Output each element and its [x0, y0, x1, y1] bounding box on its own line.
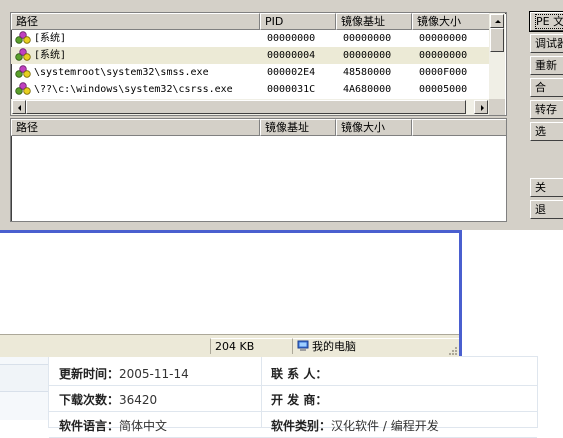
developer-label: 开 发 商：	[271, 393, 328, 407]
explorer-window: 204 KB 我的电脑	[0, 229, 462, 357]
process-path: \??\c:\windows\system32\csrss.exe	[34, 84, 233, 95]
module-header-image-base[interactable]: 镜像基址	[260, 119, 336, 136]
software-info-table: 更新时间：2005-11-14 联 系 人： 下载次数：36420 开 发 商：…	[48, 356, 538, 438]
process-pid: 00000000	[267, 33, 316, 44]
process-image-base: 48580000	[343, 67, 392, 78]
scroll-up-icon[interactable]	[490, 14, 504, 28]
info-row-downloads: 下载次数：36420 开 发 商：	[49, 385, 537, 412]
scroll-corner	[489, 99, 505, 115]
downloads-label: 下载次数：	[59, 393, 120, 407]
exit-button[interactable]: 退	[530, 200, 563, 219]
process-icon	[15, 65, 31, 78]
web-left-panel	[0, 356, 51, 420]
process-row[interactable]: [系统] 00000004 00000000 00000000	[11, 47, 489, 64]
horizontal-scroll-thumb[interactable]	[26, 100, 466, 114]
process-row[interactable]: [系统] 00000000 00000000 00000000	[11, 30, 489, 47]
status-bar: 204 KB 我的电脑	[0, 334, 459, 357]
my-computer-icon	[297, 340, 309, 352]
process-pid: 0000031C	[267, 84, 316, 95]
process-image-size: 00000000	[419, 50, 468, 61]
scroll-right-icon[interactable]	[474, 100, 488, 114]
process-pid: 00000004	[267, 50, 316, 61]
close-button[interactable]: 关	[530, 178, 563, 197]
process-path: [系统]	[34, 33, 67, 44]
process-path: [系统]	[34, 50, 67, 61]
process-path: \systemroot\system32\smss.exe	[34, 67, 209, 78]
refresh-button[interactable]: 重新	[530, 56, 563, 75]
module-header-blank	[412, 119, 506, 136]
process-image-size: 00005000	[419, 84, 468, 95]
process-icon	[15, 48, 31, 61]
process-list-header: 路径 PID 镜像基址 镜像大小	[11, 13, 491, 30]
process-dialog: 路径 PID 镜像基址 镜像大小 [系统] 00000000 00000000 …	[0, 0, 563, 230]
process-image-base: 00000000	[343, 33, 392, 44]
process-image-base: 00000000	[343, 50, 392, 61]
category-label: 软件类别：	[271, 419, 332, 433]
info-row-language: 软件语言：简体中文 软件类别：汉化软件 / 编程开发	[49, 411, 537, 438]
process-row[interactable]: \??\c:\windows\system32\csrss.exe 000003…	[11, 81, 489, 98]
module-list[interactable]: 路径 镜像基址 镜像大小	[10, 118, 507, 222]
merge-button[interactable]: 合	[530, 78, 563, 97]
status-location-label: 我的电脑	[312, 340, 356, 353]
process-pid: 000002E4	[267, 67, 316, 78]
language-label: 软件语言：	[59, 419, 120, 433]
pe-editor-button[interactable]: PE 文	[529, 11, 563, 32]
module-list-header: 路径 镜像基址 镜像大小	[11, 119, 506, 136]
category-value: 汉化软件 / 编程开发	[331, 419, 439, 433]
debugger-button[interactable]: 调试器	[530, 34, 563, 53]
process-row[interactable]: \systemroot\system32\smss.exe 000002E4 4…	[11, 64, 489, 81]
process-list[interactable]: 路径 PID 镜像基址 镜像大小 [系统] 00000000 00000000 …	[10, 12, 507, 116]
update-time-value: 2005-11-14	[119, 367, 189, 381]
downloads-value: 36420	[119, 393, 158, 407]
process-image-size: 00000000	[419, 33, 468, 44]
process-list-vertical-scrollbar[interactable]	[489, 13, 505, 99]
header-pid[interactable]: PID	[260, 13, 336, 30]
module-header-path[interactable]: 路径	[11, 119, 260, 136]
process-icon	[15, 31, 31, 44]
language-value: 简体中文	[119, 419, 168, 433]
vertical-scroll-thumb[interactable]	[490, 28, 504, 52]
process-image-size: 0000F000	[419, 67, 468, 78]
process-icon	[15, 82, 31, 95]
select-button[interactable]: 选	[530, 122, 563, 141]
contact-label: 联 系 人：	[271, 367, 328, 381]
header-image-size[interactable]: 镜像大小	[412, 13, 491, 30]
resize-grip-icon[interactable]	[447, 345, 457, 355]
info-row-update: 更新时间：2005-11-14 联 系 人：	[49, 359, 537, 386]
process-image-base: 4A680000	[343, 84, 392, 95]
scroll-left-icon[interactable]	[12, 100, 26, 114]
status-location: 我的电脑	[292, 338, 459, 354]
header-image-base[interactable]: 镜像基址	[336, 13, 412, 30]
status-size: 204 KB	[210, 338, 292, 354]
dump-button[interactable]: 转存	[530, 100, 563, 119]
header-path[interactable]: 路径	[11, 13, 260, 30]
module-header-image-size[interactable]: 镜像大小	[336, 119, 412, 136]
update-time-label: 更新时间：	[59, 367, 120, 381]
process-list-horizontal-scrollbar[interactable]	[11, 99, 489, 115]
